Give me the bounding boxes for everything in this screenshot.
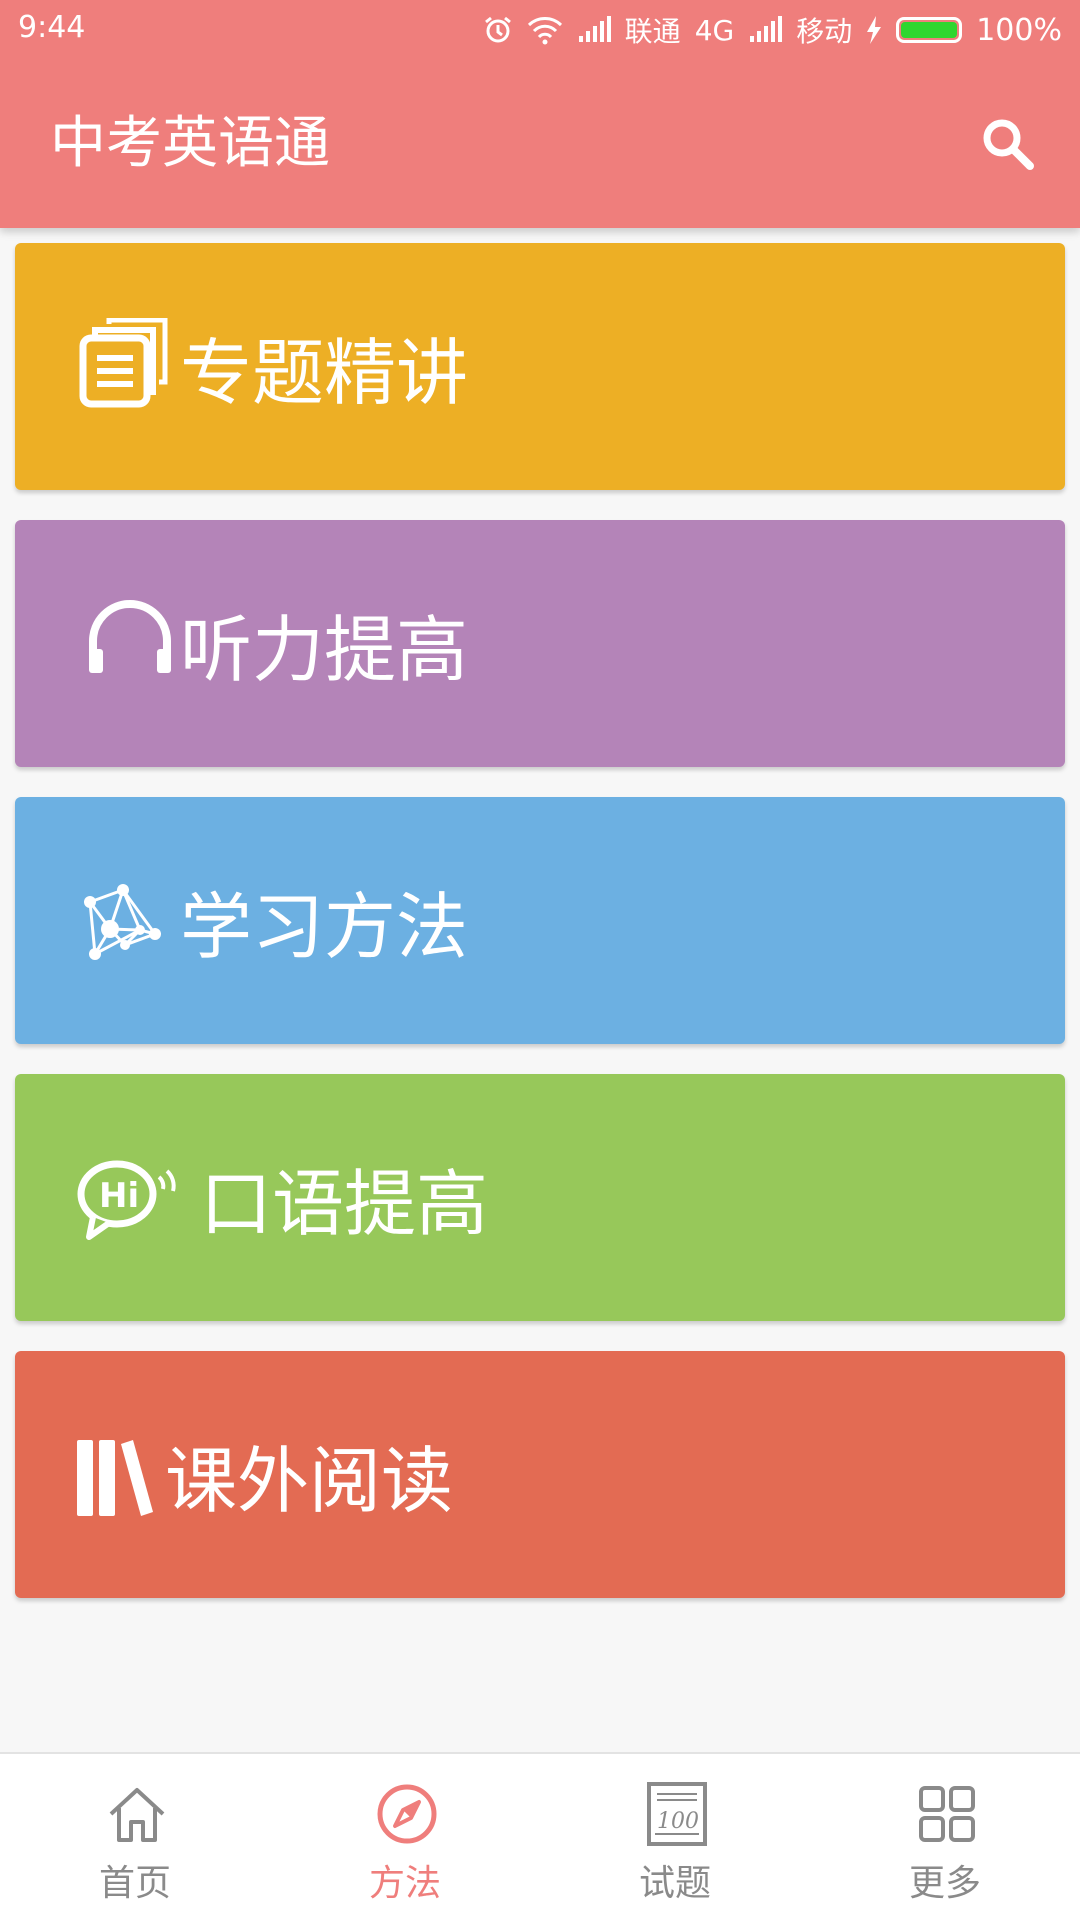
nav-label: 首页 bbox=[98, 1863, 171, 1904]
app-title: 中考英语通 bbox=[50, 111, 330, 176]
signal-icon bbox=[577, 16, 611, 44]
nav-label: 方法 bbox=[368, 1863, 441, 1904]
home-icon bbox=[105, 1782, 169, 1846]
hi-speech-bubble-icon: Hi bbox=[75, 1149, 185, 1249]
card-label: 学习方法 bbox=[180, 885, 469, 969]
exam-paper-icon: 100 bbox=[645, 1782, 709, 1846]
nav-label: 更多 bbox=[908, 1863, 981, 1904]
carrier-2: 移动 bbox=[796, 15, 853, 48]
network-type: 4G bbox=[694, 13, 735, 47]
headphones-icon bbox=[75, 595, 185, 695]
documents-icon bbox=[75, 317, 185, 418]
carrier-1: 联通 bbox=[624, 15, 681, 48]
charging-icon bbox=[866, 16, 882, 44]
search-icon[interactable] bbox=[976, 112, 1040, 176]
status-bar: 9:44 联通 4G 移动 100% bbox=[0, 0, 1080, 60]
bottom-nav: 首页 方法 100 试题 更多 bbox=[0, 1752, 1080, 1920]
card-listening[interactable]: 听力提高 bbox=[15, 520, 1065, 767]
nav-more[interactable]: 更多 bbox=[810, 1754, 1080, 1920]
signal-icon-2 bbox=[748, 16, 783, 44]
wifi-icon bbox=[527, 15, 563, 45]
nav-label: 试题 bbox=[638, 1863, 711, 1904]
card-label: 口语提高 bbox=[200, 1162, 489, 1246]
card-label: 专题精讲 bbox=[180, 331, 469, 415]
battery-level: 100% bbox=[976, 12, 1062, 48]
screen: 9:44 联通 4G 移动 100% 中考英语通 专题精讲 听力提高 学习方法 … bbox=[0, 0, 1080, 1920]
card-topic-lectures[interactable]: 专题精讲 bbox=[15, 243, 1065, 490]
top-bar: 9:44 联通 4G 移动 100% 中考英语通 bbox=[0, 0, 1080, 228]
svg-text:100: 100 bbox=[657, 1809, 699, 1834]
compass-icon bbox=[375, 1782, 439, 1846]
network-graph-icon bbox=[75, 872, 185, 972]
battery-icon bbox=[896, 17, 963, 43]
status-time: 9:44 bbox=[18, 10, 86, 45]
category-list: 专题精讲 听力提高 学习方法 Hi 口语提高 课外阅读 bbox=[15, 243, 1065, 1628]
svg-text:Hi: Hi bbox=[99, 1176, 139, 1216]
card-study-methods[interactable]: 学习方法 bbox=[15, 797, 1065, 1044]
alarm-icon bbox=[483, 15, 513, 45]
grid-icon bbox=[915, 1782, 979, 1846]
card-extra-reading[interactable]: 课外阅读 bbox=[15, 1351, 1065, 1598]
card-label: 课外阅读 bbox=[165, 1439, 454, 1523]
status-indicators: 联通 4G 移动 100% bbox=[483, 10, 1062, 50]
nav-methods[interactable]: 方法 bbox=[270, 1754, 540, 1920]
nav-home[interactable]: 首页 bbox=[0, 1754, 270, 1920]
card-speaking[interactable]: Hi 口语提高 bbox=[15, 1074, 1065, 1321]
card-label: 听力提高 bbox=[180, 608, 469, 692]
nav-exams[interactable]: 100 试题 bbox=[540, 1754, 810, 1920]
